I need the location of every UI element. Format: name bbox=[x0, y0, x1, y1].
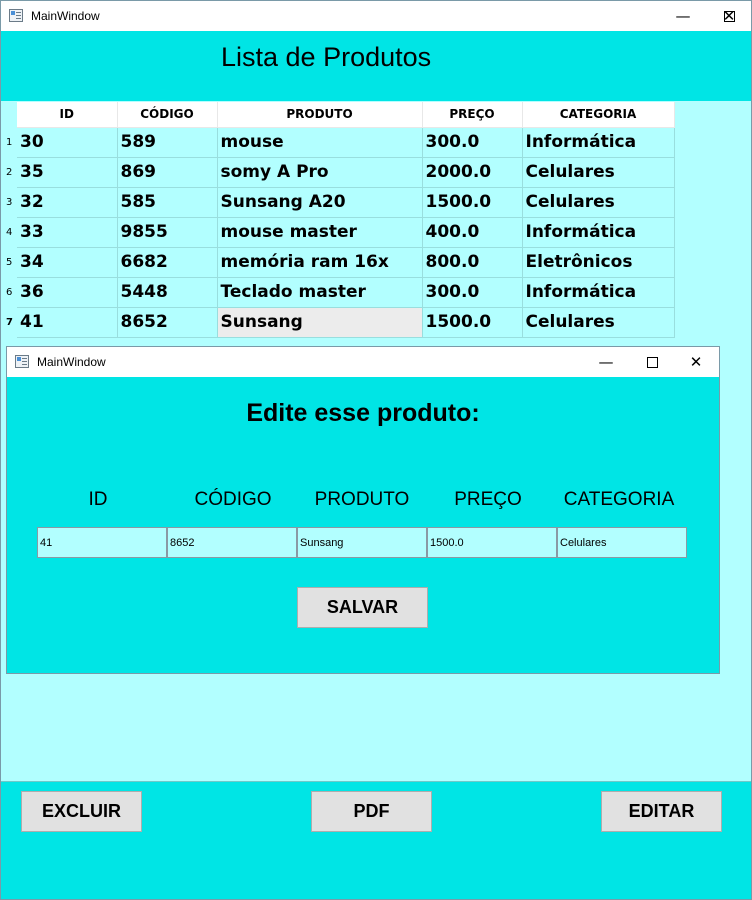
cell-codigo[interactable]: 589 bbox=[117, 127, 218, 158]
table-row[interactable]: 5 34 6682 memória ram 16x 800.0 Eletrôni… bbox=[1, 247, 675, 278]
dialog-window-icon bbox=[15, 355, 29, 368]
cell-id[interactable]: 33 bbox=[17, 217, 118, 248]
column-header-codigo[interactable]: CÓDIGO bbox=[117, 102, 218, 128]
edit-fields bbox=[37, 527, 688, 558]
cell-preco[interactable]: 300.0 bbox=[422, 127, 523, 158]
cell-categoria[interactable]: Eletrônicos bbox=[522, 247, 675, 278]
label-categoria: CATEGORIA bbox=[563, 489, 675, 510]
cell-preco[interactable]: 1500.0 bbox=[422, 187, 523, 218]
row-number[interactable]: 6 bbox=[1, 277, 17, 307]
cell-produto[interactable]: mouse bbox=[217, 127, 423, 158]
codigo-field[interactable] bbox=[167, 527, 297, 558]
cell-categoria[interactable]: Informática bbox=[522, 217, 675, 248]
cell-preco[interactable]: 300.0 bbox=[422, 277, 523, 308]
column-header-id[interactable]: ID bbox=[17, 102, 118, 128]
cell-preco[interactable]: 1500.0 bbox=[422, 307, 523, 338]
label-produto: PRODUTO bbox=[314, 489, 410, 510]
minimize-button[interactable]: — bbox=[660, 1, 706, 31]
row-number[interactable]: 1 bbox=[1, 127, 17, 157]
cell-categoria[interactable]: Informática bbox=[522, 127, 675, 158]
cell-id[interactable]: 41 bbox=[17, 307, 118, 338]
cell-codigo[interactable]: 869 bbox=[117, 157, 218, 188]
cell-preco[interactable]: 2000.0 bbox=[422, 157, 523, 188]
cell-id[interactable]: 32 bbox=[17, 187, 118, 218]
table-row[interactable]: 4 33 9855 mouse master 400.0 Informática bbox=[1, 217, 675, 248]
dialog-close-button[interactable]: ✕ bbox=[673, 347, 719, 377]
cell-id[interactable]: 35 bbox=[17, 157, 118, 188]
cell-produto[interactable]: mouse master bbox=[217, 217, 423, 248]
window-title: MainWindow bbox=[31, 9, 100, 23]
cell-categoria[interactable]: Celulares bbox=[522, 307, 675, 338]
produto-field[interactable] bbox=[297, 527, 427, 558]
table-row-selected[interactable]: 7 41 8652 Sunsang 1500.0 Celulares bbox=[1, 307, 675, 338]
maximize-icon bbox=[646, 356, 658, 368]
cell-codigo[interactable]: 6682 bbox=[117, 247, 218, 278]
table-row[interactable]: 6 36 5448 Teclado master 300.0 Informáti… bbox=[1, 277, 675, 308]
dialog-heading: Edite esse produto: bbox=[246, 399, 480, 427]
table-row[interactable]: 3 32 585 Sunsang A20 1500.0 Celulares bbox=[1, 187, 675, 218]
cell-id[interactable]: 34 bbox=[17, 247, 118, 278]
label-codigo: CÓDIGO bbox=[194, 489, 272, 510]
cell-codigo[interactable]: 585 bbox=[117, 187, 218, 218]
dialog-minimize-button[interactable]: — bbox=[583, 347, 629, 377]
id-field[interactable] bbox=[37, 527, 167, 558]
label-preco: PREÇO bbox=[454, 489, 522, 510]
cell-preco[interactable]: 800.0 bbox=[422, 247, 523, 278]
dialog-window-title: MainWindow bbox=[37, 355, 106, 369]
app-window-icon bbox=[9, 9, 23, 22]
delete-button[interactable]: EXCLUIR bbox=[21, 791, 142, 832]
cell-produto[interactable]: Sunsang A20 bbox=[217, 187, 423, 218]
table-row[interactable]: 1 30 589 mouse 300.0 Informática bbox=[1, 127, 675, 158]
column-header-produto[interactable]: PRODUTO bbox=[217, 102, 423, 128]
row-number[interactable]: 7 bbox=[1, 307, 17, 337]
cell-produto[interactable]: memória ram 16x bbox=[217, 247, 423, 278]
cell-id[interactable]: 30 bbox=[17, 127, 118, 158]
page-title: Lista de Produtos bbox=[221, 42, 432, 72]
row-number[interactable]: 4 bbox=[1, 217, 17, 247]
table-corner[interactable] bbox=[1, 102, 17, 127]
row-number[interactable]: 2 bbox=[1, 157, 17, 187]
column-header-preco[interactable]: PREÇO bbox=[422, 102, 523, 128]
row-number[interactable]: 5 bbox=[1, 247, 17, 277]
preco-field[interactable] bbox=[427, 527, 557, 558]
table-header-row: ID CÓDIGO PRODUTO PREÇO CATEGORIA bbox=[1, 102, 675, 128]
products-table[interactable]: ID CÓDIGO PRODUTO PREÇO CATEGORIA 1 30 5… bbox=[1, 102, 675, 338]
cell-codigo[interactable]: 5448 bbox=[117, 277, 218, 308]
table-row[interactable]: 2 35 869 somy A Pro 2000.0 Celulares bbox=[1, 157, 675, 188]
label-id: ID bbox=[88, 489, 108, 510]
main-window: MainWindow — ✕ Lista de Produtos ID CÓDI… bbox=[0, 0, 752, 900]
row-number[interactable]: 3 bbox=[1, 187, 17, 217]
pdf-button[interactable]: PDF bbox=[311, 791, 432, 832]
cell-produto-current[interactable]: Sunsang bbox=[217, 307, 423, 338]
categoria-field[interactable] bbox=[557, 527, 687, 558]
cell-categoria[interactable]: Informática bbox=[522, 277, 675, 308]
close-button[interactable]: ✕ bbox=[706, 1, 751, 31]
cell-categoria[interactable]: Celulares bbox=[522, 157, 675, 188]
cell-preco[interactable]: 400.0 bbox=[422, 217, 523, 248]
save-button[interactable]: SALVAR bbox=[297, 587, 428, 628]
edit-button[interactable]: EDITAR bbox=[601, 791, 722, 832]
cell-produto[interactable]: Teclado master bbox=[217, 277, 423, 308]
cell-produto[interactable]: somy A Pro bbox=[217, 157, 423, 188]
dialog-titlebar[interactable]: MainWindow — ✕ bbox=[7, 347, 719, 377]
cell-id[interactable]: 36 bbox=[17, 277, 118, 308]
cell-codigo[interactable]: 8652 bbox=[117, 307, 218, 338]
dialog-maximize-button[interactable] bbox=[629, 347, 675, 377]
edit-dialog: MainWindow — ✕ Edite esse produto: ID CÓ… bbox=[6, 346, 720, 674]
column-header-categoria[interactable]: CATEGORIA bbox=[522, 102, 675, 128]
cell-categoria[interactable]: Celulares bbox=[522, 187, 675, 218]
cell-codigo[interactable]: 9855 bbox=[117, 217, 218, 248]
main-titlebar[interactable]: MainWindow — bbox=[1, 1, 751, 31]
